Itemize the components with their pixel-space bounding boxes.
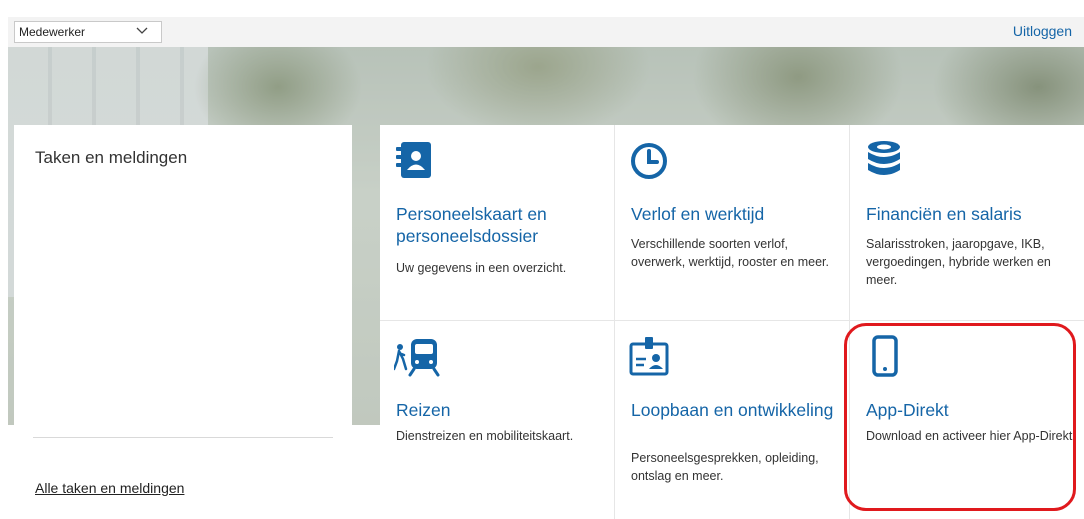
tile-app-direkt[interactable]: App-Direkt Download en activeer hier App… [850, 321, 1084, 516]
tasks-panel: Taken en meldingen Alle taken en melding… [14, 125, 352, 519]
tile-title: App-Direkt [866, 400, 949, 420]
tile-title: Financiën en salaris [866, 204, 1022, 224]
tile-title: Loopbaan en ontwikkeling [631, 400, 834, 420]
tile-verlof-werktijd[interactable]: Verlof en werktijd Verschillende soorten… [615, 125, 849, 320]
tile-title: Personeelskaart en personeelsdossier [396, 204, 547, 246]
tile-description: Uw gegevens in een overzicht. [396, 261, 567, 275]
tile-description: Personeelsgesprekken, opleiding, ontslag… [631, 451, 819, 483]
smartphone-icon [864, 335, 904, 377]
all-tasks-link[interactable]: Alle taken en meldingen [35, 480, 184, 496]
tasks-divider [33, 437, 333, 438]
tile-reizen[interactable]: Reizen Dienstreizen en mobiliteitskaart. [380, 321, 614, 516]
chevron-down-icon [136, 27, 148, 34]
contact-card-icon [394, 139, 434, 181]
tiles-grid: Personeelskaart en personeelsdossier Uw … [380, 125, 1084, 519]
role-select[interactable]: Medewerker [14, 21, 162, 43]
tile-loopbaan-ontwikkeling[interactable]: Loopbaan en ontwikkeling Personeelsgespr… [615, 321, 849, 516]
tile-title: Reizen [396, 400, 451, 420]
tile-description: Verschillende soorten verlof, overwerk, … [631, 237, 829, 269]
tasks-title: Taken en meldingen [35, 148, 188, 167]
clock-icon [629, 139, 669, 181]
coins-icon [864, 139, 904, 181]
role-select-value: Medewerker [19, 25, 86, 39]
walker-train-icon [394, 335, 440, 377]
tile-description: Dienstreizen en mobiliteitskaart. [396, 429, 574, 443]
tile-title: Verlof en werktijd [631, 204, 765, 224]
top-bar: Medewerker Uitloggen [8, 17, 1084, 47]
tile-financien-salaris[interactable]: Financiën en salaris Salarisstroken, jaa… [850, 125, 1084, 320]
tile-description: Download en activeer hier App-Direkt. [866, 429, 1076, 443]
logout-link[interactable]: Uitloggen [1013, 23, 1072, 39]
tile-description: Salarisstroken, jaaropgave, IKB, vergoed… [866, 237, 1051, 287]
tile-personeelskaart[interactable]: Personeelskaart en personeelsdossier Uw … [380, 125, 614, 320]
id-badge-icon [629, 335, 669, 377]
